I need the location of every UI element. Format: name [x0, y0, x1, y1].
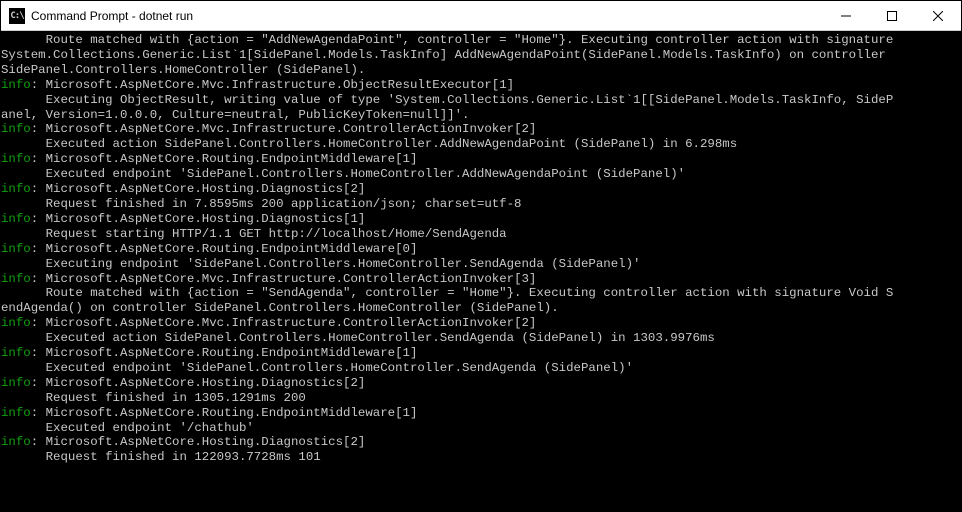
window-controls	[823, 1, 961, 30]
log-level-info: info	[1, 212, 31, 226]
console-line: Route matched with {action = "SendAgenda…	[1, 286, 961, 301]
log-level-info: info	[1, 316, 31, 330]
log-category: : Microsoft.AspNetCore.Hosting.Diagnosti…	[31, 435, 366, 449]
console-line: info: Microsoft.AspNetCore.Mvc.Infrastru…	[1, 316, 961, 331]
console-line: Executed endpoint 'SidePanel.Controllers…	[1, 361, 961, 376]
close-button[interactable]	[915, 1, 961, 30]
log-level-info: info	[1, 122, 31, 136]
console-line: info: Microsoft.AspNetCore.Mvc.Infrastru…	[1, 272, 961, 287]
log-category: : Microsoft.AspNetCore.Mvc.Infrastructur…	[31, 78, 514, 92]
log-level-info: info	[1, 242, 31, 256]
maximize-button[interactable]	[869, 1, 915, 30]
log-message: endAgenda() on controller SidePanel.Cont…	[1, 301, 559, 315]
log-level-info: info	[1, 376, 31, 390]
log-level-info: info	[1, 152, 31, 166]
console-line: Request finished in 122093.7728ms 101	[1, 450, 961, 465]
log-category: : Microsoft.AspNetCore.Mvc.Infrastructur…	[31, 122, 537, 136]
console-line: Executing endpoint 'SidePanel.Controller…	[1, 257, 961, 272]
log-message: Executed endpoint 'SidePanel.Controllers…	[1, 167, 685, 181]
log-level-info: info	[1, 435, 31, 449]
log-message: Request finished in 1305.1291ms 200	[1, 391, 306, 405]
console-line: Request finished in 1305.1291ms 200	[1, 391, 961, 406]
cmd-icon: C:\	[9, 8, 25, 24]
log-level-info: info	[1, 346, 31, 360]
console-line: info: Microsoft.AspNetCore.Routing.Endpo…	[1, 242, 961, 257]
log-message: Executing ObjectResult, writing value of…	[1, 93, 893, 107]
log-message: Request finished in 7.8595ms 200 applica…	[1, 197, 522, 211]
log-category: : Microsoft.AspNetCore.Routing.EndpointM…	[31, 406, 418, 420]
console-line: info: Microsoft.AspNetCore.Routing.Endpo…	[1, 406, 961, 421]
log-category: : Microsoft.AspNetCore.Hosting.Diagnosti…	[31, 376, 366, 390]
log-message: Executing endpoint 'SidePanel.Controller…	[1, 257, 640, 271]
log-level-info: info	[1, 182, 31, 196]
console-line: anel, Version=1.0.0.0, Culture=neutral, …	[1, 108, 961, 123]
log-category: : Microsoft.AspNetCore.Hosting.Diagnosti…	[31, 212, 366, 226]
log-category: : Microsoft.AspNetCore.Hosting.Diagnosti…	[31, 182, 366, 196]
maximize-icon	[887, 11, 897, 21]
log-category: : Microsoft.AspNetCore.Mvc.Infrastructur…	[31, 316, 537, 330]
log-category: : Microsoft.AspNetCore.Routing.EndpointM…	[31, 152, 418, 166]
console-line: Executed endpoint '/chathub'	[1, 421, 961, 436]
window-titlebar: C:\ Command Prompt - dotnet run	[1, 1, 961, 31]
log-category: : Microsoft.AspNetCore.Mvc.Infrastructur…	[31, 272, 537, 286]
console-line: Request finished in 7.8595ms 200 applica…	[1, 197, 961, 212]
log-level-info: info	[1, 272, 31, 286]
log-message: Executed endpoint '/chathub'	[1, 421, 254, 435]
console-line: info: Microsoft.AspNetCore.Mvc.Infrastru…	[1, 122, 961, 137]
console-line: info: Microsoft.AspNetCore.Hosting.Diagn…	[1, 376, 961, 391]
log-category: : Microsoft.AspNetCore.Routing.EndpointM…	[31, 346, 418, 360]
console-line: Executed action SidePanel.Controllers.Ho…	[1, 331, 961, 346]
console-line: info: Microsoft.AspNetCore.Routing.Endpo…	[1, 346, 961, 361]
console-line: SidePanel.Controllers.HomeController (Si…	[1, 63, 961, 78]
console-line: Executed endpoint 'SidePanel.Controllers…	[1, 167, 961, 182]
log-level-info: info	[1, 406, 31, 420]
minimize-icon	[841, 11, 851, 21]
log-message: System.Collections.Generic.List`1[SidePa…	[1, 48, 893, 62]
log-message: SidePanel.Controllers.HomeController (Si…	[1, 63, 365, 77]
log-message: Executed endpoint 'SidePanel.Controllers…	[1, 361, 633, 375]
log-message: Route matched with {action = "SendAgenda…	[1, 286, 893, 300]
log-level-info: info	[1, 78, 31, 92]
console-line: info: Microsoft.AspNetCore.Mvc.Infrastru…	[1, 78, 961, 93]
log-message: Executed action SidePanel.Controllers.Ho…	[1, 137, 737, 151]
console-line: info: Microsoft.AspNetCore.Routing.Endpo…	[1, 152, 961, 167]
console-line: Route matched with {action = "AddNewAgen…	[1, 33, 961, 48]
console-line: System.Collections.Generic.List`1[SidePa…	[1, 48, 961, 63]
log-message: anel, Version=1.0.0.0, Culture=neutral, …	[1, 108, 469, 122]
console-output[interactable]: Route matched with {action = "AddNewAgen…	[1, 31, 961, 511]
log-message: Route matched with {action = "AddNewAgen…	[1, 33, 901, 47]
window-title: Command Prompt - dotnet run	[31, 9, 823, 23]
console-line: info: Microsoft.AspNetCore.Hosting.Diagn…	[1, 212, 961, 227]
log-message: Request starting HTTP/1.1 GET http://loc…	[1, 227, 507, 241]
close-icon	[933, 11, 943, 21]
log-message: Executed action SidePanel.Controllers.Ho…	[1, 331, 715, 345]
console-line: endAgenda() on controller SidePanel.Cont…	[1, 301, 961, 316]
console-line: Executed action SidePanel.Controllers.Ho…	[1, 137, 961, 152]
console-line: info: Microsoft.AspNetCore.Hosting.Diagn…	[1, 435, 961, 450]
minimize-button[interactable]	[823, 1, 869, 30]
log-message: Request finished in 122093.7728ms 101	[1, 450, 321, 464]
console-line: info: Microsoft.AspNetCore.Hosting.Diagn…	[1, 182, 961, 197]
log-category: : Microsoft.AspNetCore.Routing.EndpointM…	[31, 242, 418, 256]
console-line: Executing ObjectResult, writing value of…	[1, 93, 961, 108]
console-line: Request starting HTTP/1.1 GET http://loc…	[1, 227, 961, 242]
